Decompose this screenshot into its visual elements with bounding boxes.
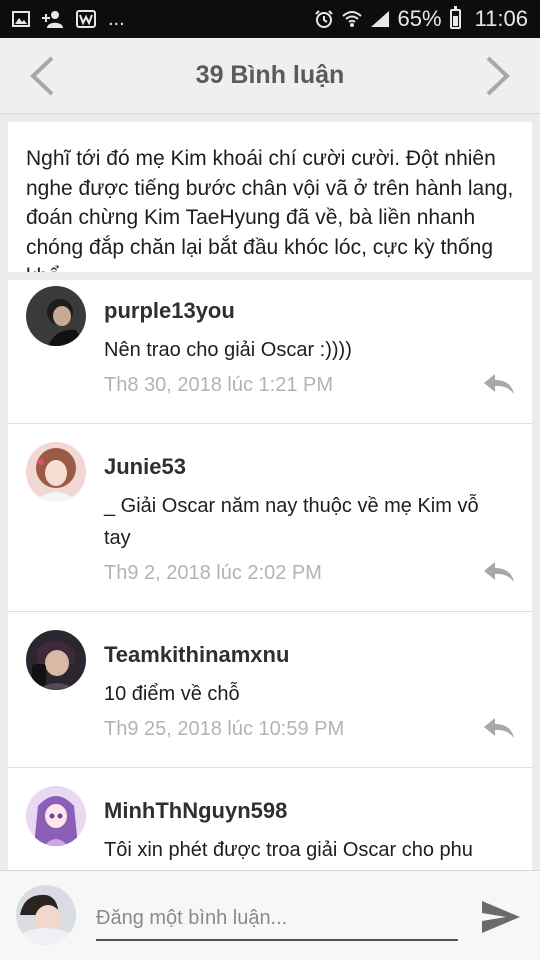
comment-timestamp: Th9 2, 2018 lúc 2:02 PM xyxy=(104,562,322,584)
comment-username[interactable]: Junie53 xyxy=(104,454,186,480)
system-icons: 65% 11:06 xyxy=(314,6,540,32)
comment-item: purple13you Nên trao cho giải Oscar :)))… xyxy=(8,280,532,424)
image-icon xyxy=(12,11,30,27)
comment-item: Junie53 _ Giải Oscar năm nay thuộc về mẹ… xyxy=(8,424,532,612)
wifi-icon xyxy=(341,11,362,27)
comment-item: MinhThNguyn598 Tôi xin phét được troa gi… xyxy=(8,768,532,870)
reply-icon[interactable] xyxy=(482,372,516,396)
comment-text: 10 điểm về chỗ xyxy=(104,683,240,705)
comment-input[interactable] xyxy=(96,897,458,941)
comment-username[interactable]: purple13you xyxy=(104,298,235,324)
chevron-left-icon xyxy=(30,56,54,96)
comment-text: Tôi xin phét được troa giải Oscar cho ph… xyxy=(104,839,473,861)
chevron-right-icon xyxy=(486,56,510,96)
comment-list[interactable]: purple13you Nên trao cho giải Oscar :)))… xyxy=(8,280,532,870)
reply-icon[interactable] xyxy=(482,716,516,740)
avatar[interactable] xyxy=(26,286,86,346)
notification-icons: ... xyxy=(0,8,125,31)
reply-icon[interactable] xyxy=(482,560,516,584)
post-excerpt: Nghĩ tới đó mẹ Kim khoái chí cười cười. … xyxy=(8,122,532,272)
comment-text: Nên trao cho giải Oscar :)))) xyxy=(104,339,352,361)
comment-timestamp: Th8 30, 2018 lúc 1:21 PM xyxy=(104,374,334,396)
comment-username[interactable]: MinhThNguyn598 xyxy=(104,798,287,824)
previous-button[interactable] xyxy=(12,38,72,114)
next-button[interactable] xyxy=(468,38,528,114)
alarm-icon xyxy=(314,10,333,28)
comment-username[interactable]: Teamkithinamxnu xyxy=(104,642,289,668)
battery-icon xyxy=(449,6,461,29)
person-add-icon xyxy=(42,11,63,28)
comment-timestamp: Th9 25, 2018 lúc 10:59 PM xyxy=(104,718,345,740)
avatar[interactable] xyxy=(26,630,86,690)
comments-header: 39 Bình luận xyxy=(0,38,540,114)
comment-item: Teamkithinamxnu 10 điểm về chỗ Th9 25, 2… xyxy=(8,612,532,768)
status-bar: ... 65% 11:06 xyxy=(0,0,540,38)
post-excerpt-text: Nghĩ tới đó mẹ Kim khoái chí cười cười. … xyxy=(26,147,514,272)
my-avatar xyxy=(16,885,76,945)
avatar[interactable] xyxy=(26,786,86,846)
battery-percent: 65% xyxy=(397,6,442,31)
page-title: 39 Bình luận xyxy=(195,61,345,89)
avatar[interactable] xyxy=(26,442,86,502)
send-icon[interactable] xyxy=(478,897,522,937)
comment-composer xyxy=(0,870,540,960)
comment-text: _ Giải Oscar năm nay thuộc về mẹ Kim vỗ … xyxy=(104,495,479,549)
wattpad-w-icon xyxy=(76,10,96,28)
signal-icon xyxy=(370,11,389,27)
clock: 11:06 xyxy=(474,6,528,31)
more-notifications: ... xyxy=(108,7,125,30)
